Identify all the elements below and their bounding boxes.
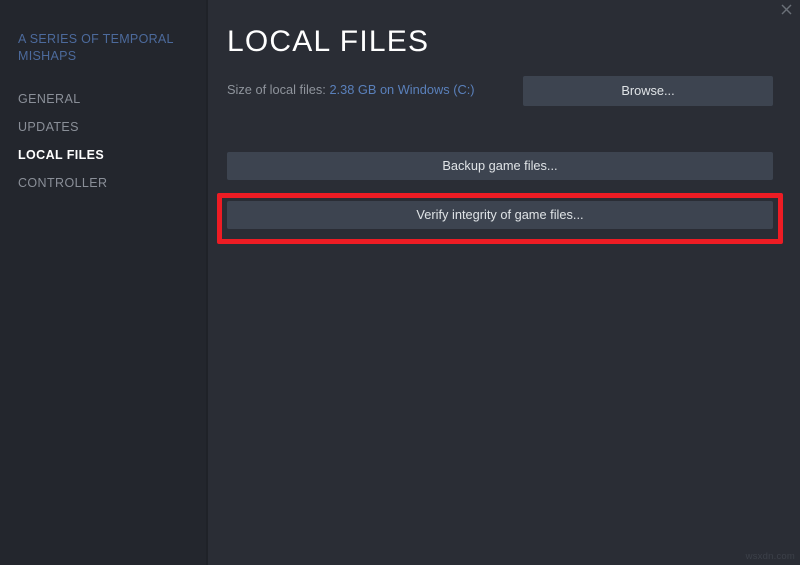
sidebar-game-title: A SERIES OF TEMPORAL MISHAPS (18, 32, 174, 63)
browse-button[interactable]: Browse... (523, 76, 773, 106)
close-icon (775, 4, 797, 15)
size-of-local-files-value[interactable]: 2.38 GB on Windows (C:) (329, 82, 474, 97)
sidebar-item-general[interactable]: GENERAL (0, 85, 206, 113)
main-content-panel: LOCAL FILES Size of local files: 2.38 GB… (208, 0, 800, 565)
verify-integrity-of-game-files-button[interactable]: Verify integrity of game files... (227, 201, 773, 229)
size-of-local-files-label: Size of local files: (227, 82, 326, 97)
sidebar-item-updates[interactable]: UPDATES (0, 113, 206, 141)
local-files-size-row: Size of local files: 2.38 GB on Windows … (227, 82, 475, 98)
sidebar-item-local-files[interactable]: LOCAL FILES (0, 141, 206, 169)
sidebar-nav: GENERAL UPDATES LOCAL FILES CONTROLLER (0, 85, 206, 197)
sidebar-item-controller[interactable]: CONTROLLER (0, 169, 206, 197)
sidebar: A SERIES OF TEMPORAL MISHAPS GENERAL UPD… (0, 0, 206, 565)
page-title: LOCAL FILES (227, 25, 430, 58)
steam-game-properties-window: A SERIES OF TEMPORAL MISHAPS GENERAL UPD… (0, 0, 800, 565)
backup-game-files-button[interactable]: Backup game files... (227, 152, 773, 180)
close-button[interactable] (775, 0, 797, 18)
watermark: wsxdn.com (745, 551, 795, 562)
